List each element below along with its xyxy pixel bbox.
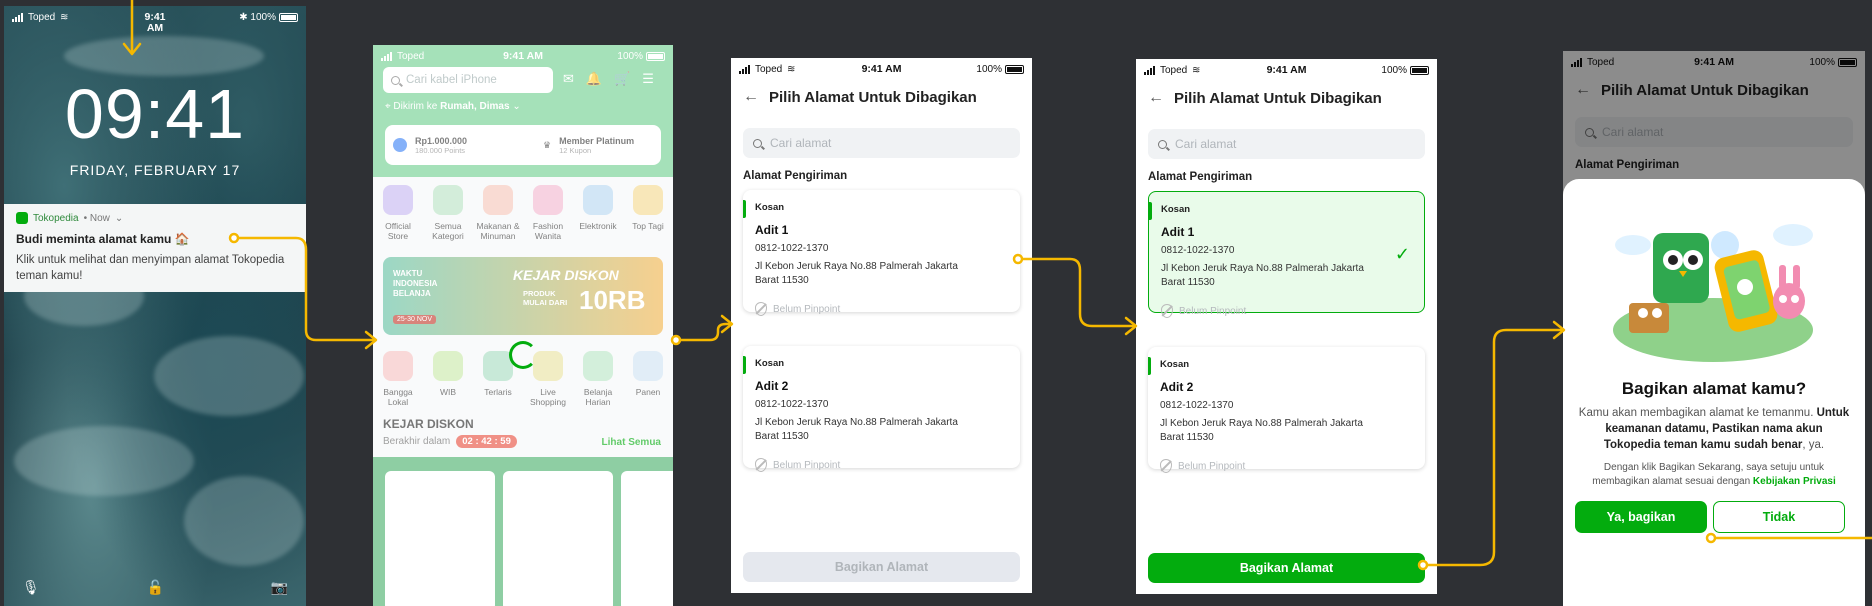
pin-off-icon <box>1160 459 1172 473</box>
privacy-policy-link[interactable]: Kebijakan Privasi <box>1753 476 1836 487</box>
share-address-button[interactable]: Bagikan Alamat <box>1148 553 1425 583</box>
notification-body: Klik untuk melihat dan menyimpan alamat … <box>16 254 285 282</box>
address-select-screen: Toped ≋ 9:41 AM 100% ← Pilih Alamat Untuk… <box>731 58 1032 593</box>
microphone-icon[interactable]: 🎙 <box>22 579 40 596</box>
share-address-button[interactable]: Bagikan Alamat <box>743 552 1020 582</box>
status-time: 9:41 AM <box>1266 64 1307 76</box>
address-text: Jl Kebon Jeruk Raya No.88 Palmerah Jakar… <box>1161 263 1364 288</box>
confirm-share-button[interactable]: Ya, bagikan <box>1575 501 1707 533</box>
cancel-button[interactable]: Tidak <box>1713 501 1845 533</box>
search-icon <box>1158 139 1167 149</box>
share-confirm-screen: Toped 9:41 AM 100% ← Pilih Alamat Untuk D… <box>1563 51 1865 606</box>
address-tag: Kosan <box>755 202 785 213</box>
flow-node <box>670 334 682 346</box>
address-name: Adit 2 <box>755 379 789 393</box>
notification-time: • Now <box>83 212 110 224</box>
unlock-icon[interactable]: 🔓 <box>146 579 163 596</box>
pinpoint-status: Belum Pinpoint <box>1179 305 1247 317</box>
modal-title: Bagikan alamat kamu? <box>1621 379 1807 398</box>
section-title: Alamat Pengiriman <box>743 170 848 182</box>
checkmark-icon: ✓ <box>1394 244 1410 264</box>
pinpoint-status: Belum Pinpoint <box>773 303 841 315</box>
address-name: Adit 1 <box>755 223 789 237</box>
home-screen: Toped 9:41 AM 100% Cari kabel iPhone ✉ 🔔 🛒… <box>373 45 673 606</box>
page-title: Pilih Alamat Untuk Dibagikan <box>769 88 977 106</box>
tokopedia-icon <box>16 212 28 224</box>
status-time: 9:41 AM <box>144 11 166 34</box>
pinpoint-status: Belum Pinpoint <box>773 459 841 471</box>
pin-off-icon <box>755 302 767 316</box>
lock-clock: 09:41 <box>64 75 246 153</box>
pin-off-icon <box>1161 304 1173 318</box>
loading-spinner-icon <box>509 341 537 369</box>
address-card[interactable]: Kosan Adit 2 0812-1022-1370 Jl Kebon Jer… <box>743 346 1020 472</box>
pin-off-icon <box>755 458 767 472</box>
section-title: Alamat Pengiriman <box>1148 171 1253 183</box>
address-text: Jl Kebon Jeruk Raya No.88 Palmerah Jakar… <box>755 417 958 442</box>
address-selected-screen: Toped ≋ 9:41 AM 100% ← Pilih Alamat Untuk… <box>1136 59 1437 594</box>
address-phone: 0812-1022-1370 <box>755 399 829 410</box>
status-bar: Toped ≋ 9:41 AM 100% <box>731 58 1032 80</box>
flow-connector <box>674 322 732 342</box>
battery-icon <box>279 12 298 22</box>
page-title: Pilih Alamat Untuk Dibagikan <box>1174 89 1382 107</box>
battery-icon <box>1410 65 1429 75</box>
camera-icon[interactable]: 📷 <box>271 579 288 596</box>
status-bar: Toped ≋ 9:41 AM ✱ 100% <box>4 6 306 34</box>
address-card[interactable]: Kosan Adit 1 0812-1022-1370 Jl Kebon Jer… <box>743 190 1020 316</box>
address-card-selected[interactable]: Kosan Adit 1 0812-1022-1370 Jl Kebon Jer… <box>1148 191 1425 318</box>
push-notification[interactable]: Tokopedia • Now ⌄ Budi meminta alamat kamu… <box>4 204 306 292</box>
flow-connector <box>1421 328 1564 567</box>
address-card[interactable]: Kosan Adit 2 0812-1022-1370 Jl Kebon Jer… <box>1148 347 1425 473</box>
notification-title: Budi meminta alamat kamu 🏠 <box>16 232 190 246</box>
search-placeholder: Cari alamat <box>770 136 832 150</box>
address-search-input[interactable]: Cari alamat <box>1148 129 1425 159</box>
search-icon <box>753 138 762 148</box>
address-text: Jl Kebon Jeruk Raya No.88 Palmerah Jakar… <box>1160 418 1363 443</box>
back-arrow-icon[interactable]: ← <box>743 88 759 106</box>
address-tag: Kosan <box>1161 204 1191 215</box>
address-text: Jl Kebon Jeruk Raya No.88 Palmerah Jakar… <box>755 261 958 286</box>
address-phone: 0812-1022-1370 <box>1160 400 1234 411</box>
lock-date: FRIDAY, FEBRUARY 17 <box>69 162 241 178</box>
notification-app: Tokopedia <box>33 212 79 224</box>
address-tag: Kosan <box>1160 359 1190 370</box>
pinpoint-status: Belum Pinpoint <box>1178 460 1246 472</box>
address-name: Adit 2 <box>1160 380 1194 394</box>
address-search-input[interactable]: Cari alamat <box>743 128 1020 158</box>
chevron-down-icon: ⌄ <box>114 212 124 224</box>
address-name: Adit 1 <box>1161 225 1195 239</box>
modal-text: Kamu akan membagikan alamat ke temanmu. <box>1578 407 1814 419</box>
status-bar: Toped ≋ 9:41 AM 100% <box>1136 59 1437 81</box>
address-phone: 0812-1022-1370 <box>755 243 829 254</box>
address-phone: 0812-1022-1370 <box>1161 245 1235 256</box>
share-illustration <box>1613 224 1813 362</box>
bottom-sheet: Bagikan alamat kamu? Kamu akan membagika… <box>1563 179 1865 606</box>
loading-overlay <box>373 45 673 606</box>
flow-connector <box>1016 257 1136 328</box>
status-time: 9:41 AM <box>861 63 902 75</box>
battery-icon <box>1005 64 1024 74</box>
lock-screen: Toped ≋ 9:41 AM ✱ 100% 09:41 FRIDAY, FEB… <box>4 6 306 606</box>
search-placeholder: Cari alamat <box>1175 137 1237 151</box>
back-arrow-icon[interactable]: ← <box>1148 89 1164 107</box>
arrowhead-icon <box>1124 316 1138 336</box>
address-tag: Kosan <box>755 358 785 369</box>
modal-text-end: , ya. <box>1802 439 1825 451</box>
